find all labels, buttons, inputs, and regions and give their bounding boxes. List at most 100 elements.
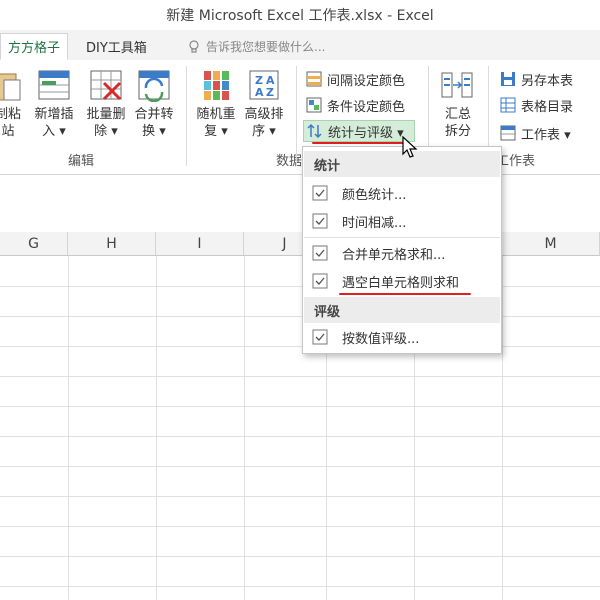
menu-item-time-subtract[interactable]: 时间相减... [304,207,500,235]
grid-line [0,346,600,347]
sheet-directory-button[interactable]: 表格目录 [500,94,573,116]
advanced-sort-label-1: 高级排 [244,107,284,122]
batch-delete-button[interactable]: 批量删 除 ▾ [84,68,128,140]
paste-label-1: 制粘 [0,107,21,122]
grid-line [0,376,600,377]
group-separator [186,66,187,166]
ribbon-tab-row: 方方格子 DIY工具箱 告诉我您想要做什么... [0,30,600,61]
annotation-underline [312,142,408,144]
window-title: 新建 Microsoft Excel 工作表.xlsx - Excel [166,8,434,24]
annotation-underline [339,293,471,295]
grid-line [0,496,600,497]
menu-separator [304,237,500,238]
summary-split-icon [441,72,473,98]
grid-line [0,466,600,467]
dialog-icon [312,329,328,345]
menu-item-label: 颜色统计... [342,187,407,203]
paste-button[interactable]: 制粘 站 [0,68,30,140]
insert-new-label-2: 入 ▾ [42,124,66,139]
menu-item-blank-sum[interactable]: 遇空白单元格则求和 [304,267,500,295]
stats-rating-button[interactable]: 统计与评级 ▾ [303,120,415,142]
batch-delete-label-1: 批量删 [86,107,126,122]
group-label-data: 数据 [276,154,303,169]
condition-color-button[interactable]: 条件设定颜色 [306,94,405,116]
stats-rating-menu: 统计 颜色统计... 时间相减... 合并单元格求和... 遇空白单元格则求和 … [302,146,502,354]
worksheet-grid[interactable] [0,232,600,600]
dialog-icon [312,245,328,261]
summary-split-label-2: 拆分 [444,124,471,139]
grid-line [68,256,69,600]
advanced-sort-button[interactable]: Z A A Z 高级排 序 ▾ [242,68,286,140]
random-repeat-label-2: 复 ▾ [204,124,228,139]
group-separator [296,66,297,166]
random-repeat-button[interactable]: 随机重 复 ▾ [194,68,238,140]
menu-item-value-rating[interactable]: 按数值评级... [304,323,500,351]
insert-rows-icon [38,70,70,100]
batch-delete-label-2: 除 ▾ [94,124,118,139]
summary-split-label-1: 汇总 [444,107,471,122]
lightbulb-icon [189,39,199,53]
menu-item-merge-sum[interactable]: 合并单元格求和... [304,239,500,267]
paste-label-2: 站 [1,124,15,139]
ribbon: 制粘 站 新增插 入 ▾ 批量删 除 ▾ 合并转 换 ▾ 编辑 随机重 复 ▾ … [0,60,600,175]
merge-convert-label-2: 换 ▾ [142,124,166,139]
menu-item-label: 遇空白单元格则求和 [342,275,460,291]
dialog-icon [312,185,328,201]
sort-arrows-icon [307,123,322,139]
table-directory-icon [500,97,516,113]
grid-line [0,556,600,557]
tab-fangfanggezi[interactable]: 方方格子 [0,33,68,60]
random-repeat-label-1: 随机重 [196,107,236,122]
dialog-icon [312,273,328,289]
delete-grid-icon [90,70,122,101]
tell-me-search[interactable]: 告诉我您想要做什么... [188,33,325,60]
condition-color-icon [306,97,322,113]
interval-color-icon [306,71,322,87]
worksheet-icon [500,125,516,141]
menu-item-label: 按数值评级... [342,331,420,347]
interval-color-label: 间隔设定颜色 [327,73,406,89]
insert-new-label-1: 新增插 [34,107,74,122]
save-sheet-button[interactable]: 另存本表 [500,68,573,90]
grid-line [0,436,600,437]
menu-section-rating: 评级 [304,297,500,323]
merge-convert-label-1: 合并转 [134,107,174,122]
tab-label: 方方格子 [7,41,60,56]
dialog-icon [312,213,328,229]
summary-split-button[interactable]: 汇总 拆分 [436,68,480,140]
menu-item-color-stats[interactable]: 颜色统计... [304,179,500,207]
grid-line [0,316,600,317]
condition-color-label: 条件设定颜色 [327,99,406,115]
stats-rating-label: 统计与评级 ▾ [328,125,404,141]
grid-line [244,256,245,600]
group-label-edit: 编辑 [68,154,95,169]
grid-line [0,286,600,287]
save-sheet-label: 另存本表 [521,73,574,89]
merge-convert-icon [138,70,170,102]
menu-item-label: 时间相减... [342,215,407,231]
sheet-directory-label: 表格目录 [521,99,574,115]
sort-az-icon: Z A A Z [249,70,279,100]
tab-diy-toolbox[interactable]: DIY工具箱 [86,33,147,60]
grid-line [502,256,503,600]
title-bar: 新建 Microsoft Excel 工作表.xlsx - Excel [0,0,600,30]
grid-line [156,256,157,600]
advanced-sort-label-2: 序 ▾ [252,124,276,139]
grid-line [0,406,600,407]
insert-new-button[interactable]: 新增插 入 ▾ [32,68,76,140]
interval-color-button[interactable]: 间隔设定颜色 [306,68,405,90]
tab-label: DIY工具箱 [86,41,147,56]
worksheet-label: 工作表 ▾ [521,127,571,143]
clipboard-icon [0,73,21,101]
random-repeat-icon [204,71,229,100]
svg-text:A: A [255,86,264,99]
merge-convert-button[interactable]: 合并转 换 ▾ [132,68,176,140]
save-sheet-icon [501,72,515,86]
svg-text:Z: Z [266,86,274,99]
worksheet-button[interactable]: 工作表 ▾ [500,122,571,144]
mouse-cursor-icon [402,136,418,158]
menu-item-label: 合并单元格求和... [342,247,446,263]
tell-me-placeholder: 告诉我您想要做什么... [206,40,326,54]
grid-line [0,586,600,587]
grid-line [0,526,600,527]
